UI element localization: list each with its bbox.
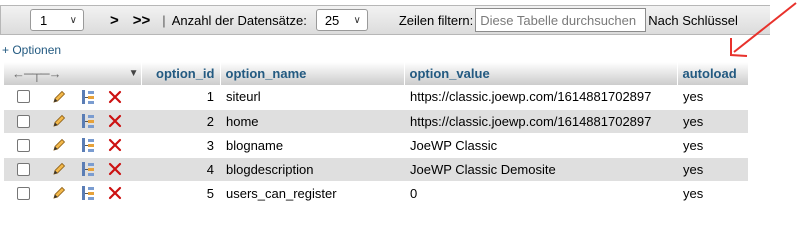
cell-autoload: yes bbox=[677, 181, 748, 206]
row-checkbox[interactable] bbox=[17, 186, 30, 200]
filter-input[interactable] bbox=[475, 8, 647, 32]
column-header-autoload[interactable]: autoload bbox=[677, 62, 749, 85]
page-select[interactable]: 1 ∨ bbox=[30, 9, 84, 31]
row-count-label: Anzahl der Datensätze: bbox=[171, 12, 307, 28]
row-checkbox[interactable] bbox=[17, 90, 30, 104]
pencil-icon[interactable] bbox=[50, 136, 68, 154]
table-row: 2 home https://classic.joewp.com/1614881… bbox=[4, 109, 748, 134]
row-count-value: 25 bbox=[324, 12, 340, 28]
row-count-select[interactable]: 25 ∨ bbox=[315, 9, 368, 31]
copy-icon[interactable] bbox=[79, 184, 97, 202]
column-header-option-name[interactable]: option_name bbox=[220, 62, 405, 85]
annotation-arrow-icon bbox=[730, 2, 797, 57]
copy-icon[interactable] bbox=[79, 136, 97, 154]
pencil-icon[interactable] bbox=[50, 112, 68, 130]
cell-autoload: yes bbox=[677, 133, 748, 158]
cell-autoload: yes bbox=[677, 85, 748, 110]
delete-x-icon[interactable] bbox=[106, 184, 124, 202]
cell-option-value: JoeWP Classic Demosite bbox=[404, 157, 677, 182]
cell-option-value: https://classic.joewp.com/1614881702897 bbox=[404, 85, 677, 110]
column-header-option-value[interactable]: option_value bbox=[404, 62, 678, 85]
delete-x-icon[interactable] bbox=[106, 136, 124, 154]
copy-icon[interactable] bbox=[79, 160, 97, 178]
cell-option-value: JoeWP Classic bbox=[404, 133, 677, 158]
chevron-down-icon: ∨ bbox=[69, 14, 77, 26]
chevron-down-icon: ∨ bbox=[353, 14, 361, 26]
row-checkbox[interactable] bbox=[17, 138, 30, 152]
cell-option-id: 1 bbox=[141, 85, 220, 110]
table-row: 1 siteurl https://classic.joewp.com/1614… bbox=[4, 85, 748, 110]
toolbar-separator: | bbox=[162, 12, 166, 28]
cell-option-id: 4 bbox=[141, 157, 220, 182]
delete-x-icon[interactable] bbox=[106, 112, 124, 130]
table-row: 3 blogname JoeWP Classic yes bbox=[4, 133, 748, 158]
cell-option-name: siteurl bbox=[220, 85, 404, 110]
cell-option-value: https://classic.joewp.com/1614881702897 bbox=[404, 109, 677, 134]
filter-label: Zeilen filtern: bbox=[398, 12, 474, 28]
cell-option-id: 5 bbox=[141, 181, 220, 206]
options-link[interactable]: + Optionen bbox=[2, 43, 61, 57]
row-checkbox[interactable] bbox=[17, 162, 30, 176]
last-page-button[interactable]: >> bbox=[133, 12, 151, 29]
cell-option-name: users_can_register bbox=[220, 181, 404, 206]
cell-autoload: yes bbox=[677, 157, 748, 182]
copy-icon[interactable] bbox=[79, 88, 97, 106]
copy-icon[interactable] bbox=[79, 112, 97, 130]
delete-x-icon[interactable] bbox=[106, 88, 124, 106]
pencil-icon[interactable] bbox=[50, 88, 68, 106]
pencil-icon[interactable] bbox=[50, 184, 68, 202]
pencil-icon[interactable] bbox=[50, 160, 68, 178]
page-select-value: 1 bbox=[40, 12, 48, 28]
cell-option-name: blogdescription bbox=[220, 157, 404, 182]
options-table: ←─┬─→ ▼ option_id option_name option_val… bbox=[4, 62, 749, 206]
sort-dropdown-icon[interactable]: ▼ bbox=[129, 68, 139, 79]
cell-option-value: 0 bbox=[404, 181, 677, 206]
next-page-button[interactable]: > bbox=[110, 12, 119, 29]
delete-x-icon[interactable] bbox=[106, 160, 124, 178]
column-tools-header: ←─┬─→ ▼ bbox=[4, 62, 142, 85]
cell-option-name: blogname bbox=[220, 133, 404, 158]
cell-autoload: yes bbox=[677, 109, 748, 134]
left-right-arrows-icon[interactable]: ←─┬─→ bbox=[12, 66, 62, 81]
cell-option-name: home bbox=[220, 109, 404, 134]
navigation-toolbar: 1 ∨ > >> | Anzahl der Datensätze: 25 ∨ Z… bbox=[0, 5, 770, 35]
table-row: 5 users_can_register 0 yes bbox=[4, 181, 748, 206]
table-header-row: ←─┬─→ ▼ option_id option_name option_val… bbox=[4, 62, 749, 85]
row-checkbox[interactable] bbox=[17, 114, 30, 128]
cell-option-id: 2 bbox=[141, 109, 220, 134]
table-row: 4 blogdescription JoeWP Classic Demosite… bbox=[4, 157, 748, 182]
cell-option-id: 3 bbox=[141, 133, 220, 158]
column-header-option-id[interactable]: option_id bbox=[141, 62, 221, 85]
